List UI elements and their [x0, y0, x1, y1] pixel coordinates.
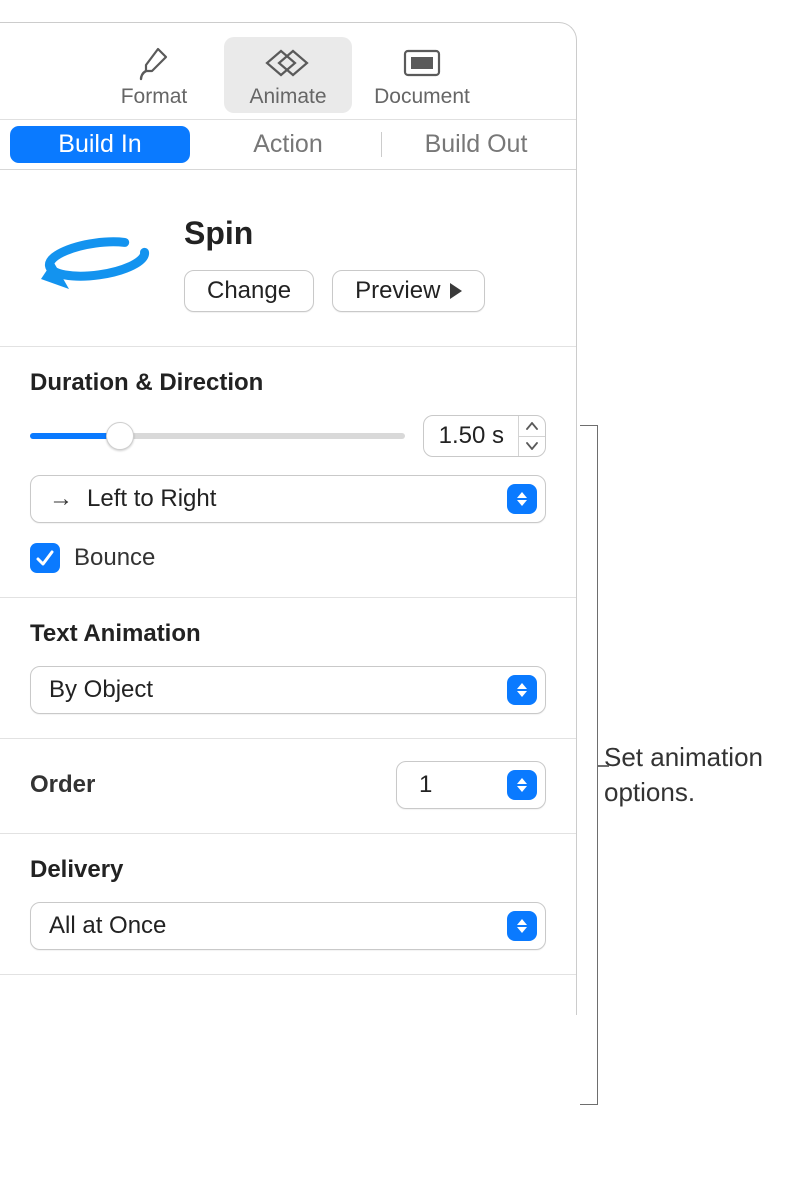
tab-build-out[interactable]: Build Out [386, 126, 566, 163]
order-popup[interactable]: 1 [396, 761, 546, 809]
spin-icon [30, 216, 160, 316]
slider-knob[interactable] [106, 422, 134, 450]
callout-bracket [580, 425, 598, 1105]
bounce-label: Bounce [74, 544, 155, 572]
tab-action[interactable]: Action [198, 126, 378, 163]
order-section: Order 1 [0, 739, 576, 834]
tab-build-in[interactable]: Build In [10, 126, 190, 163]
toolbar-format-label: Format [90, 85, 218, 109]
duration-direction-title: Duration & Direction [30, 369, 546, 397]
duration-value: 1.50 s [424, 416, 518, 456]
animate-panel: Format Animate Document Build In Acti [0, 22, 577, 1015]
callout-text: Set animation options. [604, 740, 796, 810]
preview-button[interactable]: Preview [332, 270, 485, 312]
change-button[interactable]: Change [184, 270, 314, 312]
duration-field[interactable]: 1.50 s [423, 415, 546, 457]
toolbar-animate-label: Animate [224, 85, 352, 109]
document-icon [358, 43, 486, 83]
delivery-section: Delivery All at Once [0, 834, 576, 975]
effect-header: Spin Change Preview [0, 170, 576, 347]
chevron-updown-icon [507, 911, 537, 941]
delivery-title: Delivery [30, 856, 546, 884]
preview-button-label: Preview [355, 277, 440, 305]
stepper-up[interactable] [519, 416, 545, 437]
direction-popup[interactable]: → Left to Right [30, 475, 546, 523]
stepper-down[interactable] [519, 437, 545, 457]
text-animation-value: By Object [49, 676, 493, 704]
text-animation-title: Text Animation [30, 620, 546, 648]
effect-title: Spin [184, 215, 546, 252]
text-animation-section: Text Animation By Object [0, 598, 576, 739]
duration-stepper [518, 416, 545, 456]
diamond-icon [224, 43, 352, 83]
chevron-updown-icon [507, 675, 537, 705]
chevron-updown-icon [507, 770, 537, 800]
paintbrush-icon [90, 43, 218, 83]
delivery-popup[interactable]: All at Once [30, 902, 546, 950]
chevron-updown-icon [507, 484, 537, 514]
text-animation-popup[interactable]: By Object [30, 666, 546, 714]
arrow-right-icon: → [49, 485, 73, 513]
duration-direction-section: Duration & Direction 1.50 s → [0, 347, 576, 598]
change-button-label: Change [207, 277, 291, 305]
toolbar-format[interactable]: Format [90, 37, 218, 113]
toolbar-document-label: Document [358, 85, 486, 109]
bounce-checkbox[interactable] [30, 543, 60, 573]
play-icon [450, 283, 462, 299]
order-value: 1 [419, 771, 493, 799]
duration-slider[interactable] [30, 433, 405, 439]
toolbar-document[interactable]: Document [358, 37, 486, 113]
toolbar-animate[interactable]: Animate [224, 37, 352, 113]
order-title: Order [30, 771, 95, 799]
direction-value: Left to Right [87, 485, 493, 513]
delivery-value: All at Once [49, 912, 493, 940]
animation-subtabs: Build In Action Build Out [0, 119, 576, 170]
inspector-toolbar: Format Animate Document [0, 23, 576, 119]
